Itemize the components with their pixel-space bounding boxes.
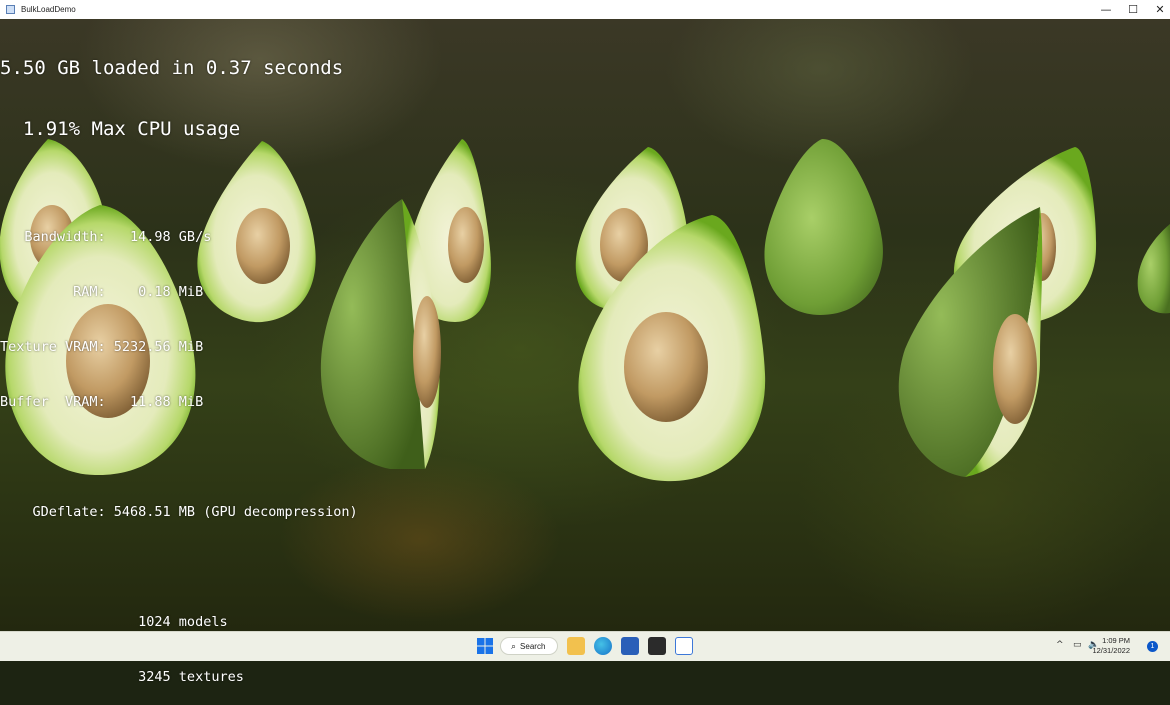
tray-chevron-icon[interactable]: ^ — [1056, 640, 1064, 650]
window-title: BulkLoadDemo — [21, 5, 76, 14]
stats-overlay: 5.50 GB loaded in 0.37 seconds 1.91% Max… — [0, 19, 358, 705]
store-icon[interactable] — [621, 637, 639, 655]
edge-browser-icon[interactable] — [594, 637, 612, 655]
buffer-vram-stat: Buffer VRAM: 11.88 MiB — [0, 394, 204, 410]
search-icon: ⌕ — [511, 640, 517, 651]
ram-stat: RAM: 0.18 MiB — [0, 284, 204, 300]
avocado-half — [1137, 224, 1170, 314]
windows-start-icon[interactable] — [476, 637, 494, 655]
minimize-button[interactable]: — — [1092, 0, 1120, 19]
file-explorer-icon[interactable] — [567, 637, 585, 655]
texture-vram-stat: Texture VRAM: 5232.56 MiB — [0, 339, 204, 355]
load-summary: 5.50 GB loaded in 0.37 seconds — [0, 57, 344, 79]
clock-date: 12/31/2022 — [1092, 646, 1130, 655]
taskbar: ⌕ Search ^ ▭ 🔈 1:09 PM 12/31/2022 1 — [0, 631, 1170, 661]
terminal-icon[interactable] — [648, 637, 666, 655]
gdeflate-stat: GDeflate: 5468.51 MB (GPU decompression) — [0, 504, 358, 520]
app-icon — [6, 5, 15, 14]
cpu-usage: 1.91% Max CPU usage — [0, 118, 241, 140]
bandwidth-stat: Bandwidth: 14.98 GB/s — [0, 229, 212, 245]
bulkloaddemo-app-icon[interactable] — [675, 637, 693, 655]
system-clock[interactable]: 1:09 PM 12/31/2022 — [1092, 636, 1130, 656]
close-button[interactable]: ✕ — [1146, 0, 1170, 19]
avocado-whole — [764, 138, 883, 315]
search-label: Search — [520, 641, 546, 651]
maximize-button[interactable]: ☐ — [1119, 0, 1147, 19]
notification-badge[interactable]: 1 — [1147, 641, 1158, 652]
clock-time: 1:09 PM — [1102, 636, 1130, 645]
models-count: 1024 models — [0, 614, 228, 630]
textures-count: 3245 textures — [0, 669, 244, 685]
taskbar-search-box[interactable]: ⌕ Search — [500, 637, 558, 655]
network-icon[interactable]: ▭ — [1073, 640, 1082, 650]
window-title-bar: BulkLoadDemo — ☐ ✕ — [0, 0, 1170, 20]
